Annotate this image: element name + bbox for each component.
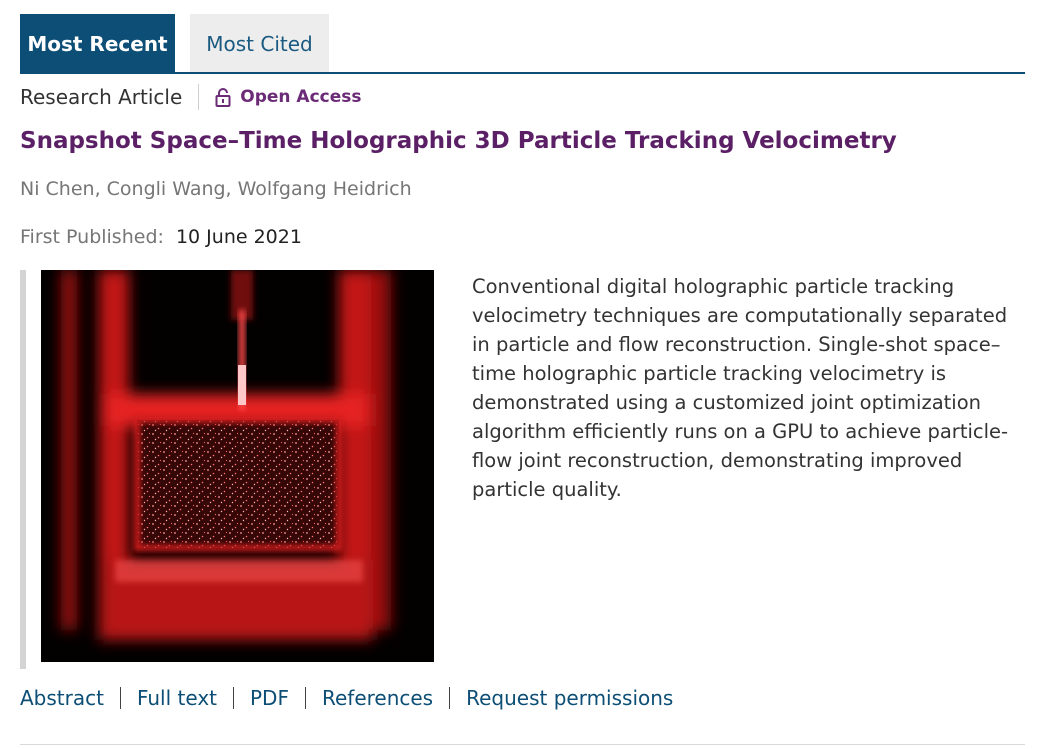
tab-most-cited[interactable]: Most Cited	[190, 14, 329, 73]
article-title[interactable]: Snapshot Space–Time Holographic 3D Parti…	[20, 128, 897, 154]
tab-most-recent[interactable]: Most Recent	[20, 14, 175, 73]
article-accent-bar	[20, 270, 26, 669]
article-links: Abstract Full text PDF References Reques…	[20, 686, 673, 710]
publication-date: First Published: 10 June 2021	[20, 226, 302, 248]
open-lock-icon	[215, 87, 231, 107]
open-access-badge: Open Access	[215, 87, 362, 107]
published-label: First Published:	[20, 226, 164, 248]
request-permissions-link[interactable]: Request permissions	[466, 686, 673, 710]
tab-bar: Most Recent Most Cited	[20, 14, 329, 73]
full-text-link[interactable]: Full text	[137, 686, 217, 710]
abstract-link[interactable]: Abstract	[20, 686, 104, 710]
link-divider	[119, 687, 121, 709]
article-meta: Research Article Open Access	[20, 83, 362, 111]
published-date: 10 June 2021	[175, 226, 302, 248]
tab-divider	[20, 72, 1025, 74]
open-access-label: Open Access	[240, 87, 362, 107]
article-thumbnail[interactable]	[41, 270, 434, 662]
bottom-divider	[20, 744, 1025, 745]
link-divider	[449, 687, 451, 709]
article-authors: Ni Chen, Congli Wang, Wolfgang Heidrich	[20, 178, 412, 200]
article-type: Research Article	[20, 85, 183, 109]
references-link[interactable]: References	[322, 686, 433, 710]
link-divider	[304, 687, 306, 709]
meta-divider	[198, 84, 200, 110]
link-divider	[233, 687, 234, 709]
pdf-link[interactable]: PDF	[250, 686, 289, 710]
article-abstract: Conventional digital holographic particl…	[472, 275, 1009, 501]
